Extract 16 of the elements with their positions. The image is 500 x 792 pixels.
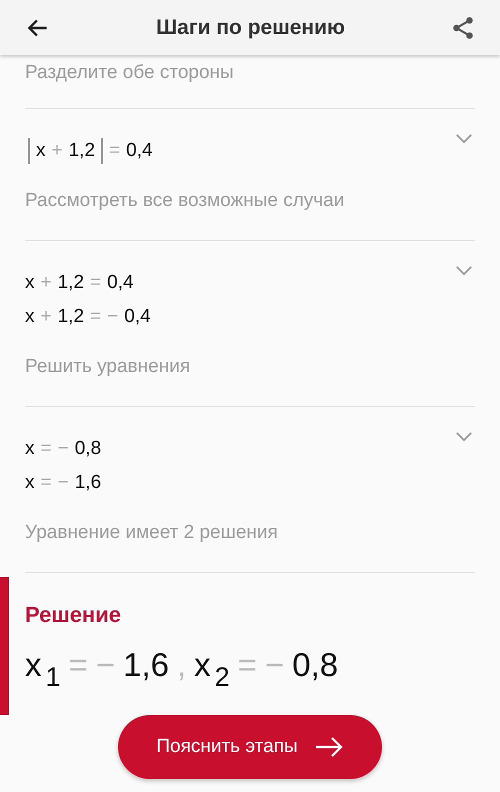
explain-steps-button[interactable]: Пояснить этапы [118,715,382,780]
step-description: Рассмотреть все возможные случаи [25,190,346,212]
chevron-icon[interactable] [455,431,473,442]
arrow-icon [314,735,344,760]
step-description: Разделите обе стороны [25,62,235,84]
equation: x + 1,2 = 0,4 [25,271,135,294]
chevron-icon[interactable] [455,265,473,276]
step-description: Решить уравнения [25,356,192,378]
equation: x + 1,2 = − 0,4 [25,305,151,328]
equation: x + 1,2 = 0,4 [25,139,153,162]
equation: x = − 1,6 [25,471,102,494]
step-description: Уравнение имеет 2 решения [25,522,279,544]
chevron-icon[interactable] [455,133,473,144]
solution-title: Решение [25,602,122,628]
equation: x = − 0,8 [25,437,102,460]
screen-title: Шаги по решению [156,16,345,40]
